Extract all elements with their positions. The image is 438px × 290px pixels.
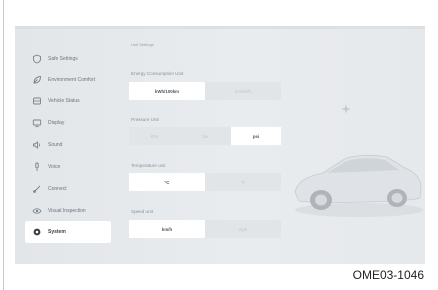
monitor-icon (32, 118, 42, 128)
sidebar-item-vehicle-status[interactable]: Vehicle Status (25, 90, 111, 112)
figure-caption: OME03-1046 (352, 268, 424, 282)
sidebar-item-label: Connect (48, 186, 67, 192)
eye-icon (32, 206, 42, 216)
energy-unit-label: Energy Consumption Unit (131, 71, 184, 76)
sidebar-item-label: System (48, 229, 66, 235)
microphone-icon (32, 162, 42, 172)
speed-unit-selector: km/h mph (129, 220, 281, 238)
section-title: Unit Settings (131, 42, 154, 47)
page-left-rule (3, 0, 4, 290)
car-icon (32, 96, 42, 106)
speed-option-kmh[interactable]: km/h (129, 220, 205, 238)
leaf-icon (32, 75, 42, 85)
sidebar-item-label: Vehicle Status (48, 98, 80, 104)
temperature-unit-label: Temperature unit (131, 163, 166, 168)
sidebar-item-label: Voice (48, 164, 61, 170)
energy-unit-selector: kWh/100km km/kWh (129, 82, 281, 100)
temperature-option-fahrenheit[interactable]: °F (205, 173, 281, 191)
sidebar-item-system[interactable]: System (25, 221, 111, 243)
pressure-unit-selector: kPa bar psi (129, 127, 281, 145)
sidebar-item-safe-settings[interactable]: Safe Settings (25, 48, 111, 70)
energy-option-km-kwh[interactable]: km/kWh (205, 82, 281, 100)
sidebar-item-label: Safe Settings (48, 56, 78, 62)
pressure-option-bar[interactable]: bar (180, 127, 231, 145)
temperature-option-celsius[interactable]: °C (129, 173, 205, 191)
sidebar-item-label: Sound (48, 142, 63, 148)
infotainment-screen: Safe Settings Environment Comfort Vehicl… (15, 26, 425, 264)
sidebar-item-voice[interactable]: Voice (25, 156, 111, 178)
sparkle-icon (341, 104, 351, 114)
sidebar-item-environment-comfort[interactable]: Environment Comfort (25, 69, 111, 91)
sidebar-item-visual-inspection[interactable]: Visual Inspection (25, 200, 111, 222)
energy-option-kwh-100km[interactable]: kWh/100km (129, 82, 205, 100)
pressure-option-kpa[interactable]: kPa (129, 127, 180, 145)
sidebar-item-sound[interactable]: Sound (25, 134, 111, 156)
link-icon (32, 184, 42, 194)
pressure-unit-label: Pressure Unit (131, 117, 159, 122)
shield-icon (32, 54, 42, 64)
sidebar-item-label: Display (48, 120, 65, 126)
sidebar-item-connect[interactable]: Connect (25, 178, 111, 200)
speed-option-mph[interactable]: mph (205, 220, 281, 238)
screen-top-bar (15, 26, 425, 29)
speaker-icon (32, 140, 42, 150)
temperature-unit-selector: °C °F (129, 173, 281, 191)
sidebar-item-label: Environment Comfort (48, 77, 96, 83)
vehicle-illustration (294, 154, 423, 217)
pressure-option-psi[interactable]: psi (231, 127, 281, 145)
gear-icon (32, 227, 42, 237)
speed-unit-label: Speed unit (131, 209, 153, 214)
sidebar-item-display[interactable]: Display (25, 112, 111, 134)
sidebar-item-label: Visual Inspection (48, 208, 86, 214)
